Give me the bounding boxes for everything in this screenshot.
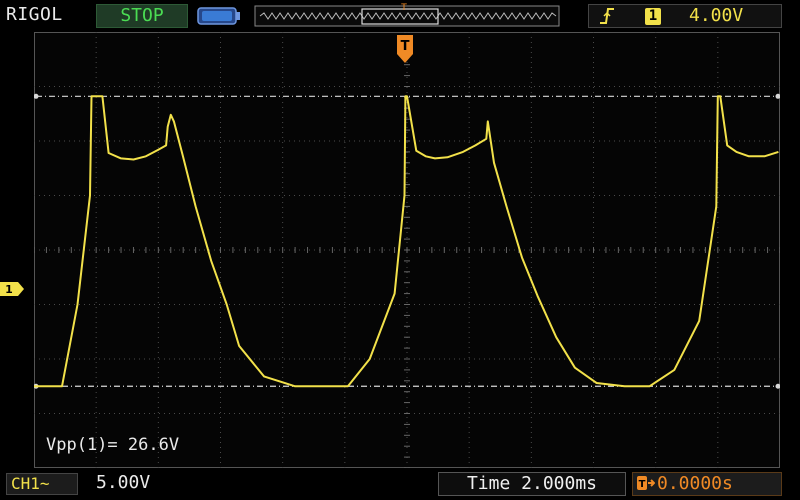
trigger-offset-icon: T	[637, 476, 655, 490]
brand-logo: RIGOL	[6, 4, 63, 25]
battery-icon	[197, 7, 240, 25]
reference-level-dot	[775, 383, 780, 389]
channel-1-ground-marker[interactable]: 1	[0, 282, 24, 296]
trigger-marker-label: T	[401, 39, 410, 54]
waveform-plot	[34, 32, 780, 468]
memory-trigger-mark: T	[400, 3, 407, 13]
trigger-level: 4.00V	[689, 5, 744, 26]
trigger-source-badge: 1	[645, 8, 661, 25]
ac-coupling-icon: ~	[39, 474, 50, 493]
trigger-offset-value: 0.0000s	[657, 473, 733, 494]
top-status-bar: RIGOL STOP T 1 4.00V	[0, 0, 800, 32]
rising-edge-icon	[600, 8, 614, 24]
time-base[interactable]: Time 2.000ms	[438, 472, 626, 496]
channel-marker-label: 1	[5, 283, 13, 296]
reference-level-dot	[775, 93, 780, 99]
trace-line	[34, 95, 779, 388]
channel-label: CH1	[11, 474, 40, 493]
reference-level-dot	[34, 93, 39, 99]
channel-1-tag[interactable]: CH1~	[6, 473, 78, 495]
memory-depth-icon: T	[254, 3, 560, 27]
run-stop-button[interactable]: STOP	[96, 4, 188, 28]
channel-1-trace	[34, 95, 779, 388]
trigger-position-marker[interactable]: T	[396, 34, 414, 64]
vpp-measurement: Vpp(1)= 26.6V	[46, 435, 180, 455]
volts-per-division: 5.00V	[96, 472, 151, 493]
svg-text:T: T	[639, 479, 646, 490]
trigger-panel[interactable]: 1 4.00V	[588, 4, 782, 28]
bottom-status-bar: CH1~ 5.00V Time 2.000ms T 0.0000s	[0, 468, 800, 500]
trigger-offset[interactable]: T 0.0000s	[632, 472, 782, 496]
waveform-display[interactable]	[34, 32, 780, 468]
reference-lines	[34, 93, 780, 389]
